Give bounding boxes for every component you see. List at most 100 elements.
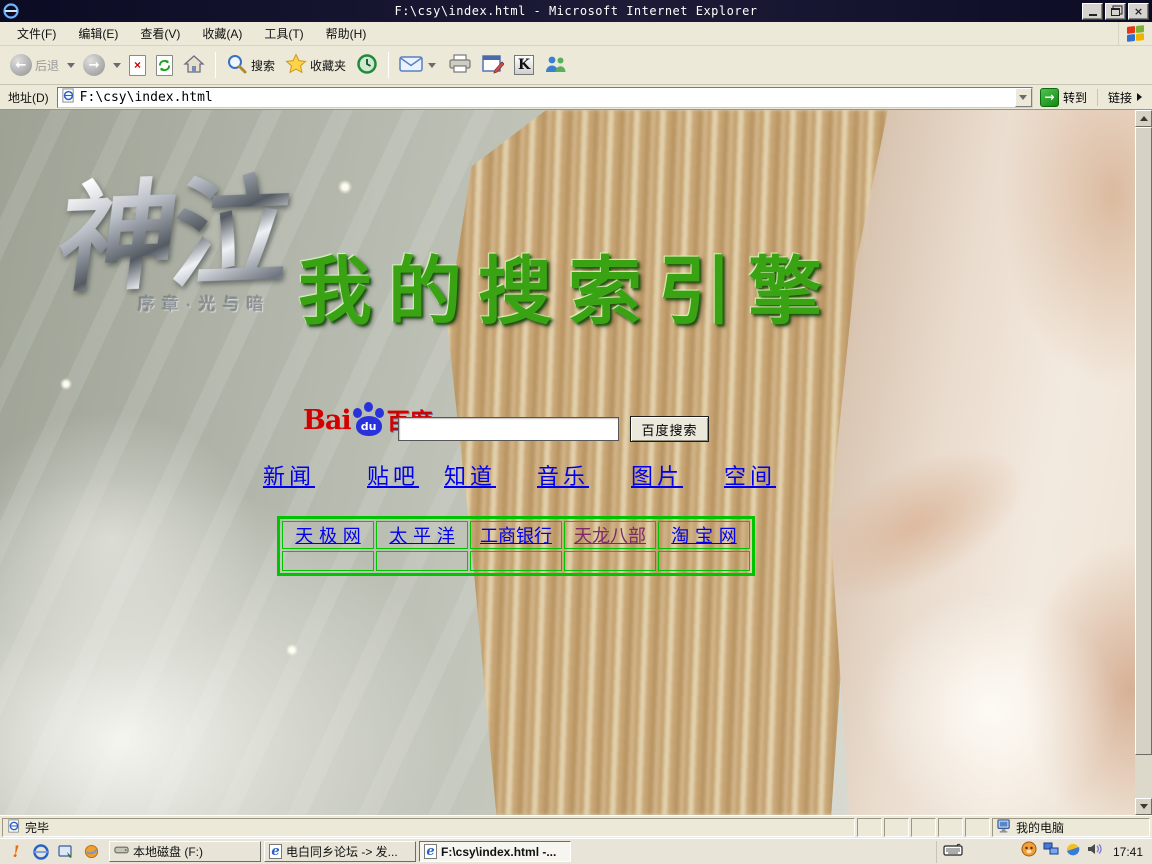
mail-button[interactable] [395,53,442,78]
taskbar-button-forum[interactable]: e 电白同乡论坛 -> 发... [264,841,416,862]
security-zone-text: 我的电脑 [1016,819,1064,836]
title-bar: F:\csy\index.html - Microsoft Internet E… [0,0,1152,22]
link-pconline[interactable]: 太 平 洋 [389,526,454,547]
show-desktop-icon[interactable] [57,843,75,861]
nav-link-zhidao[interactable]: 知道 [444,459,496,491]
scrollbar-thumb[interactable] [1135,127,1152,755]
nav-link-space[interactable]: 空间 [724,459,776,491]
page-content: 神泣 序章·光与暗 我的搜索引擎 Bai du 百度 百度搜索 新闻 贴吧 知道… [0,110,1152,815]
restore-button[interactable] [1105,3,1126,20]
table-empty-cell [470,551,562,571]
nav-link-music[interactable]: 音乐 [537,459,589,491]
quick-launch: ! [3,843,106,861]
search-icon [226,53,248,78]
baidu-paw-icon: du [353,402,385,436]
links-toolbar[interactable]: 链接 [1097,89,1148,106]
window-title: F:\csy\index.html - Microsoft Internet E… [0,4,1152,18]
favorites-star-icon [285,53,307,77]
table-cell: 天 极 网 [282,521,374,549]
link-tianji[interactable]: 天 极 网 [295,526,360,547]
menu-view[interactable]: 查看(V) [129,22,191,45]
history-button[interactable] [352,51,382,80]
launcher-icon[interactable]: ! [7,843,25,861]
status-bar: 完毕 我的电脑 [0,815,1152,838]
edit-button[interactable] [478,52,508,79]
baidu-search-input[interactable] [398,417,619,441]
link-taobao[interactable]: 淘 宝 网 [671,526,736,547]
links-label: 链接 [1108,89,1132,106]
table-row [282,551,750,571]
ie-doc-icon: e [424,844,437,859]
background-mist [0,410,260,670]
nav-link-image[interactable]: 图片 [631,459,683,491]
my-computer-icon [997,819,1012,836]
forward-button[interactable]: → [79,52,109,78]
tray-network-icon[interactable] [1043,842,1059,861]
back-button[interactable]: ← 后退 [6,52,63,78]
status-ie-icon [7,819,21,836]
tray-pet-icon[interactable] [1021,841,1037,862]
menu-favorites[interactable]: 收藏(A) [191,22,253,45]
mail-icon [399,55,423,76]
search-button[interactable]: 搜索 [222,51,279,80]
go-button[interactable]: → 转到 [1037,87,1093,108]
sparkle-dot [60,378,72,390]
messenger-button[interactable] [540,52,572,79]
sparkle-dot [286,644,298,656]
tray-volume-icon[interactable] [1087,842,1103,861]
kingsoft-button[interactable]: K [510,53,538,77]
menu-bar: 文件(F) 编辑(E) 查看(V) 收藏(A) 工具(T) 帮助(H) [0,22,1152,46]
table-empty-cell [564,551,656,571]
toolbar-separator [388,52,389,78]
nav-link-tieba[interactable]: 贴吧 [367,459,419,491]
status-small-panel [965,818,990,837]
background-fabric-highlight [860,590,1120,815]
minimize-button[interactable] [1082,3,1103,20]
status-message-panel: 完毕 [2,818,855,837]
keyboard-input-icon[interactable] [943,843,963,861]
background-skin-shade [1000,110,1152,390]
status-small-panel [938,818,963,837]
tray-ime-icon[interactable] [1065,841,1081,862]
favorites-button[interactable]: 收藏夹 [281,51,350,79]
baidu-search-button[interactable]: 百度搜索 [630,416,709,442]
print-button[interactable] [444,52,476,79]
taskbar-button-local-disk[interactable]: 本地磁盘 (F:) [109,841,261,862]
address-url-text[interactable]: F:\csy\index.html [80,90,1011,105]
menu-edit[interactable]: 编辑(E) [67,22,129,45]
nav-link-news[interactable]: 新闻 [263,459,315,491]
page-ie-icon [61,88,76,106]
taskbar-button-index-html[interactable]: e F:\csy\index.html -... [419,841,571,862]
print-icon [448,54,472,77]
table-row: 天 极 网 太 平 洋 工商银行 天龙八部 淘 宝 网 [282,521,750,549]
window-controls: × [1082,3,1149,20]
standard-toolbar: ← 后退 → × 搜索 [0,46,1152,85]
mail-dropdown-icon[interactable] [428,63,436,68]
vertical-scrollbar[interactable] [1135,110,1152,815]
menu-help[interactable]: 帮助(H) [315,22,378,45]
scroll-down-button[interactable] [1135,798,1152,815]
scroll-up-button[interactable] [1135,110,1152,127]
table-cell: 工商银行 [470,521,562,549]
link-tianlongbabu[interactable]: 天龙八部 [574,526,646,547]
status-small-panel [857,818,882,837]
close-button[interactable]: × [1128,3,1149,20]
media-player-icon[interactable] [82,843,100,861]
refresh-button[interactable] [152,53,177,78]
home-button[interactable] [179,52,209,79]
link-icbc[interactable]: 工商银行 [480,526,552,547]
taskbar-clock[interactable]: 17:41 [1109,845,1143,859]
back-dropdown-icon[interactable] [67,63,75,68]
address-bar: 地址(D) F:\csy\index.html → 转到 链接 [0,85,1152,110]
forward-dropdown-icon[interactable] [113,63,121,68]
taskbar: ! 本地磁盘 (F:) e 电白同乡论坛 -> 发... e F:\csy\in… [0,838,1152,864]
address-dropdown-button[interactable] [1015,88,1032,107]
stop-button[interactable]: × [125,53,150,78]
menu-tools[interactable]: 工具(T) [253,22,314,45]
menu-file[interactable]: 文件(F) [6,22,67,45]
ie-quicklaunch-icon[interactable] [32,843,50,861]
table-cell: 太 平 洋 [376,521,468,549]
address-input[interactable]: F:\csy\index.html [57,87,1033,108]
table-empty-cell [282,551,374,571]
go-arrow-icon: → [1040,88,1059,107]
